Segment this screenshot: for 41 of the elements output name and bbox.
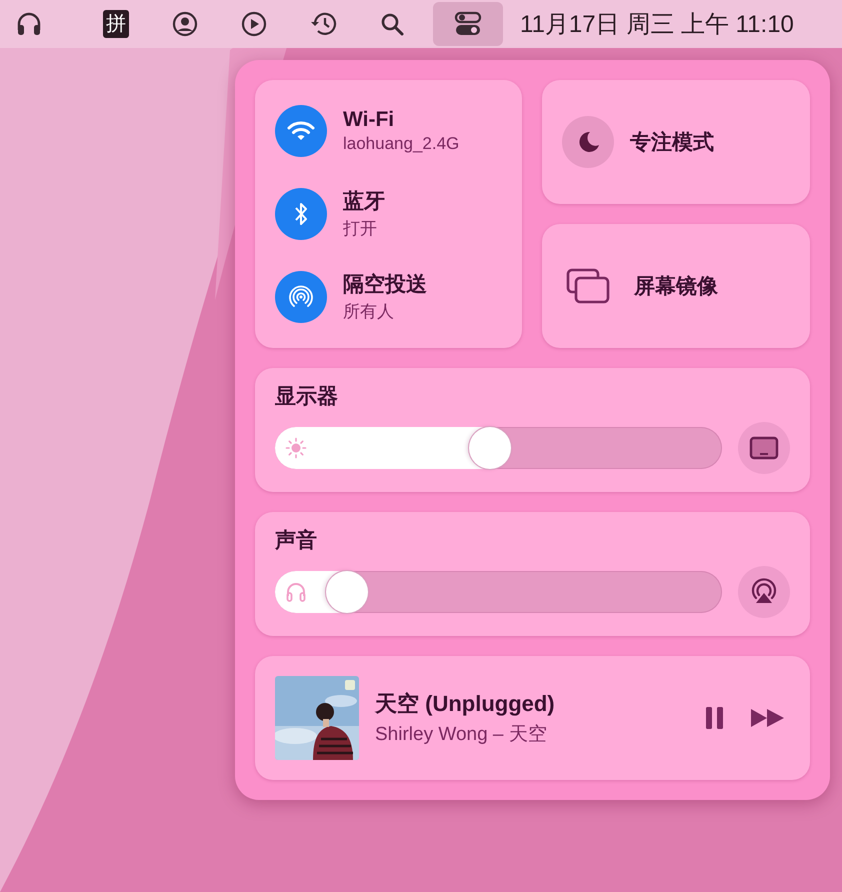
focus-toggle[interactable] <box>562 116 614 168</box>
focus-card[interactable]: 专注模式 <box>542 80 810 204</box>
play-icon <box>241 11 267 37</box>
screen-mirroring-icon <box>566 268 610 304</box>
fast-forward-button[interactable] <box>750 707 786 729</box>
track-artist: Shirley Wong – 天空 <box>375 723 548 747</box>
display-icon <box>749 435 779 461</box>
input-method-button[interactable]: 拼 <box>88 2 144 46</box>
slider-title: 声音 <box>275 528 318 554</box>
brightness-slider[interactable] <box>275 427 722 469</box>
toggle-subtitle: laohuang_2.4G <box>343 134 460 154</box>
clock-icon <box>309 11 337 37</box>
toggle-subtitle: 所有人 <box>343 301 395 323</box>
search-icon <box>379 11 405 37</box>
bluetooth-icon <box>293 200 309 226</box>
display-settings-button[interactable] <box>738 422 790 474</box>
airdrop-toggle[interactable] <box>275 270 327 322</box>
slider-title: 显示器 <box>275 384 339 410</box>
screen-mirroring-label: 屏幕镜像 <box>634 274 718 300</box>
user-icon <box>172 11 198 37</box>
slider-thumb[interactable] <box>326 571 368 613</box>
track-title: 天空 (Unplugged) <box>375 690 556 718</box>
toggle-title: 蓝牙 <box>343 189 385 215</box>
menu-bar-clock: 11月17日 周三 上午 11:10 <box>520 10 794 40</box>
focus-label: 专注模式 <box>630 130 714 156</box>
volume-slider[interactable] <box>275 571 722 613</box>
airplay-audio-button[interactable] <box>738 566 790 618</box>
wifi-toggle[interactable] <box>275 105 327 157</box>
pause-button[interactable] <box>704 705 726 731</box>
toggles-icon <box>454 11 482 37</box>
bluetooth-toggle[interactable] <box>275 188 327 240</box>
controls-menu-button[interactable] <box>433 2 503 46</box>
sun-icon <box>285 437 307 459</box>
wifi-icon <box>287 120 315 142</box>
toggle-title: Wi-Fi <box>343 108 396 132</box>
toggle-subtitle: 打开 <box>343 218 378 240</box>
screen-mirroring-card[interactable]: 屏幕镜像 <box>542 224 810 348</box>
slider-thumb[interactable] <box>468 427 511 469</box>
headphones-icon <box>285 581 307 603</box>
toggle-title: 隔空投送 <box>343 272 427 298</box>
headphones-icon <box>16 12 42 36</box>
